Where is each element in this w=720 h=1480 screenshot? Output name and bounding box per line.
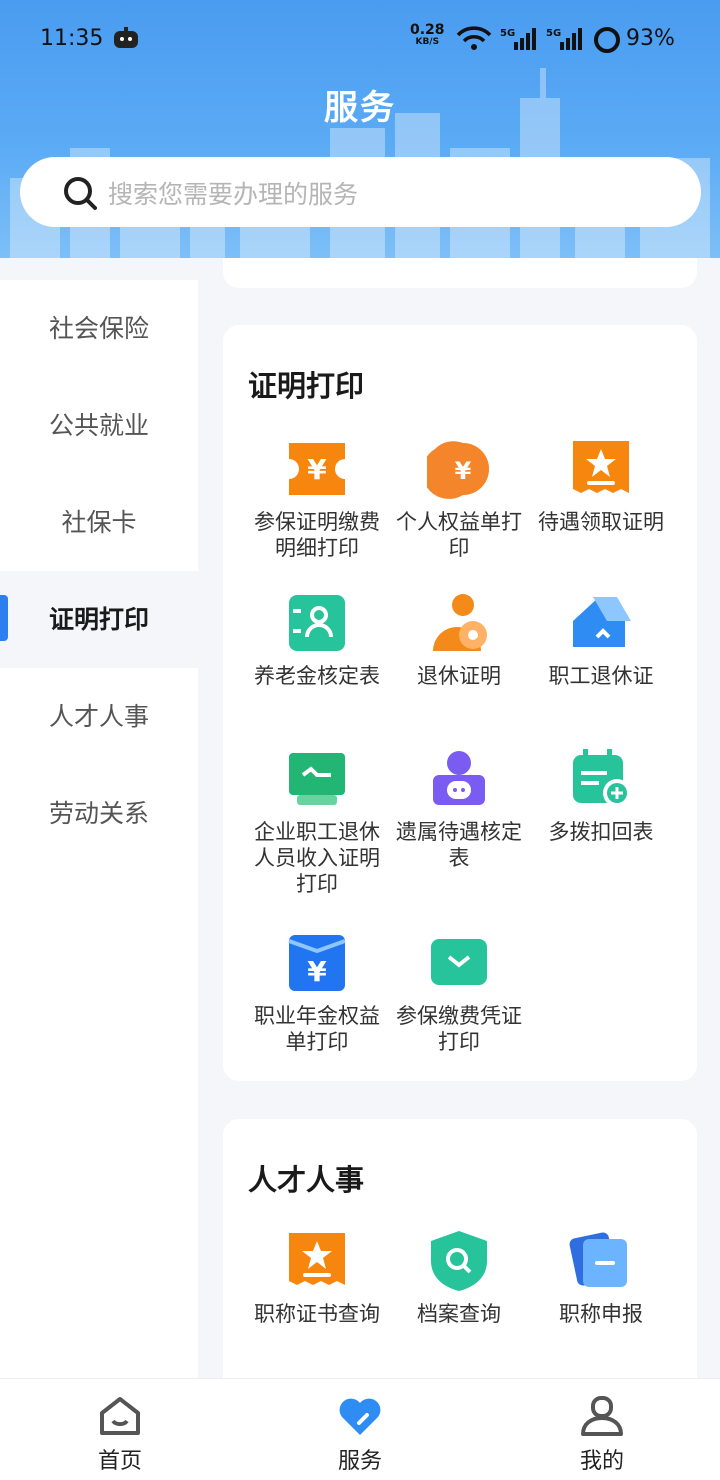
section-talent-personnel: 人才人事 职称证书查询 档案查询 职称申报 [223,1119,697,1419]
service-label: 遗属待遇核定表 [396,820,522,870]
yen-envelope-icon: ¥ [288,935,346,991]
sidebar-item-label: 劳动关系 [48,799,149,828]
service-label: 待遇领取证明 [538,510,664,534]
service-label: 多拨扣回表 [548,820,654,844]
service-label: 参保证明缴费明细打印 [254,510,380,560]
service-item[interactable]: 遗属待遇核定表 [388,747,530,871]
star-ticket-icon [289,1233,345,1285]
svg-text:5G: 5G [546,28,561,39]
yen-coin-icon: ¥ [422,441,489,499]
service-label: 退休证明 [417,664,501,688]
section-certificate-print: 证明打印 ¥ 参保证明缴费明细打印 ¥ 个人权益单打印 待遇领取证明 养老金核定… [223,325,697,1081]
calendar-icon [573,749,631,807]
section-title: 人才人事 [248,1163,365,1197]
search-bar[interactable]: 搜索您需要办理的服务 [20,157,701,227]
sidebar-item-labor-relations[interactable]: 劳动关系 [0,765,198,862]
service-label: 个人权益单打印 [396,510,522,560]
service-label: 职工退休证 [548,664,654,688]
category-sidebar: 社会保险 公共就业 社保卡 证明打印 人才人事 劳动关系 [0,280,198,1380]
signal-5g-icon: 5G [500,28,536,50]
header: 11:35 0.28 KB/S 5G 5G 93% 服务 搜索您需要办理的服务 [0,0,720,258]
svg-text:¥: ¥ [455,457,472,485]
sidebar-item-talent-personnel[interactable]: 人才人事 [0,668,198,765]
status-bar: 11:35 0.28 KB/S 5G 5G 93% [0,22,720,58]
service-item[interactable]: 参保缴费凭证打印 [388,931,530,1055]
service-item[interactable]: 养老金核定表 [246,591,388,689]
sidebar-item-social-insurance[interactable]: 社会保险 [0,280,198,377]
page-title: 服务 [324,88,396,128]
signal-5g-icon: 5G [546,28,582,50]
service-item[interactable]: 职工退休证 [530,591,672,689]
sidebar-item-label: 公共就业 [48,411,149,440]
bottom-nav: 首页 服务 我的 [0,1378,720,1480]
wifi-icon [456,26,492,50]
cards-icon [569,1232,627,1287]
active-indicator [0,595,8,641]
battery-icon [594,27,620,53]
section-title: 证明打印 [248,369,365,403]
sidebar-item-social-security-card[interactable]: 社保卡 [0,474,198,571]
service-item[interactable]: 职称申报 [530,1229,672,1327]
service-item[interactable]: ¥ 职业年金权益单打印 [246,931,388,1055]
monitor-icon [289,753,345,805]
nav-label: 服务 [337,1449,382,1474]
svg-text:5G: 5G [500,28,515,39]
svg-text:¥: ¥ [307,453,327,486]
chevron-box-icon [431,939,487,985]
service-item[interactable]: 退休证明 [388,591,530,689]
net-speed: 0.28 KB/S [410,22,445,47]
service-label: 职称证书查询 [254,1302,380,1326]
sidebar-item-label: 社会保险 [48,314,149,343]
sidebar-item-public-employment[interactable]: 公共就业 [0,377,198,474]
service-item[interactable]: ¥ 个人权益单打印 [388,437,530,561]
service-item[interactable]: 待遇领取证明 [530,437,672,535]
previous-section-card [223,258,697,288]
search-icon [64,177,97,210]
service-label: 职业年金权益单打印 [254,1004,380,1054]
svg-text:¥: ¥ [307,955,327,988]
nav-mine[interactable]: 我的 [542,1395,662,1475]
service-item[interactable]: 多拨扣回表 [530,747,672,845]
sidebar-item-label: 人才人事 [48,702,149,731]
service-label: 企业职工退休人员收入证明打印 [254,820,380,896]
sidebar-item-certificate-print[interactable]: 证明打印 [0,571,198,668]
sidebar-item-label: 社保卡 [61,508,137,537]
user-icon [581,1396,623,1436]
service-label: 养老金核定表 [254,664,380,688]
search-placeholder: 搜索您需要办理的服务 [108,180,359,209]
nav-services[interactable]: 服务 [300,1395,420,1475]
service-item[interactable]: ¥ 参保证明缴费明细打印 [246,437,388,561]
nav-label: 我的 [579,1449,624,1474]
person-card-icon [289,595,345,651]
service-label: 参保缴费凭证打印 [396,1004,522,1054]
star-ticket-icon [573,441,629,493]
status-time: 11:35 [40,26,104,51]
service-item[interactable]: 职称证书查询 [246,1229,388,1327]
service-label: 档案查询 [417,1302,501,1326]
search-shield-icon [431,1231,487,1291]
sidebar-item-label: 证明打印 [48,605,149,634]
ticket-yen-icon: ¥ [289,443,345,495]
person-coin-icon [433,594,487,651]
house-icon [573,597,631,647]
person-badge-icon [433,751,485,805]
heart-icon [339,1398,381,1435]
battery-percent: 93% [626,26,675,51]
robot-icon [114,27,138,48]
service-label: 职称申报 [559,1302,643,1326]
nav-label: 首页 [97,1449,142,1474]
service-item[interactable]: 档案查询 [388,1229,530,1327]
service-item[interactable]: 企业职工退休人员收入证明打印 [246,747,388,897]
nav-home[interactable]: 首页 [60,1395,180,1475]
home-icon [100,1397,140,1435]
